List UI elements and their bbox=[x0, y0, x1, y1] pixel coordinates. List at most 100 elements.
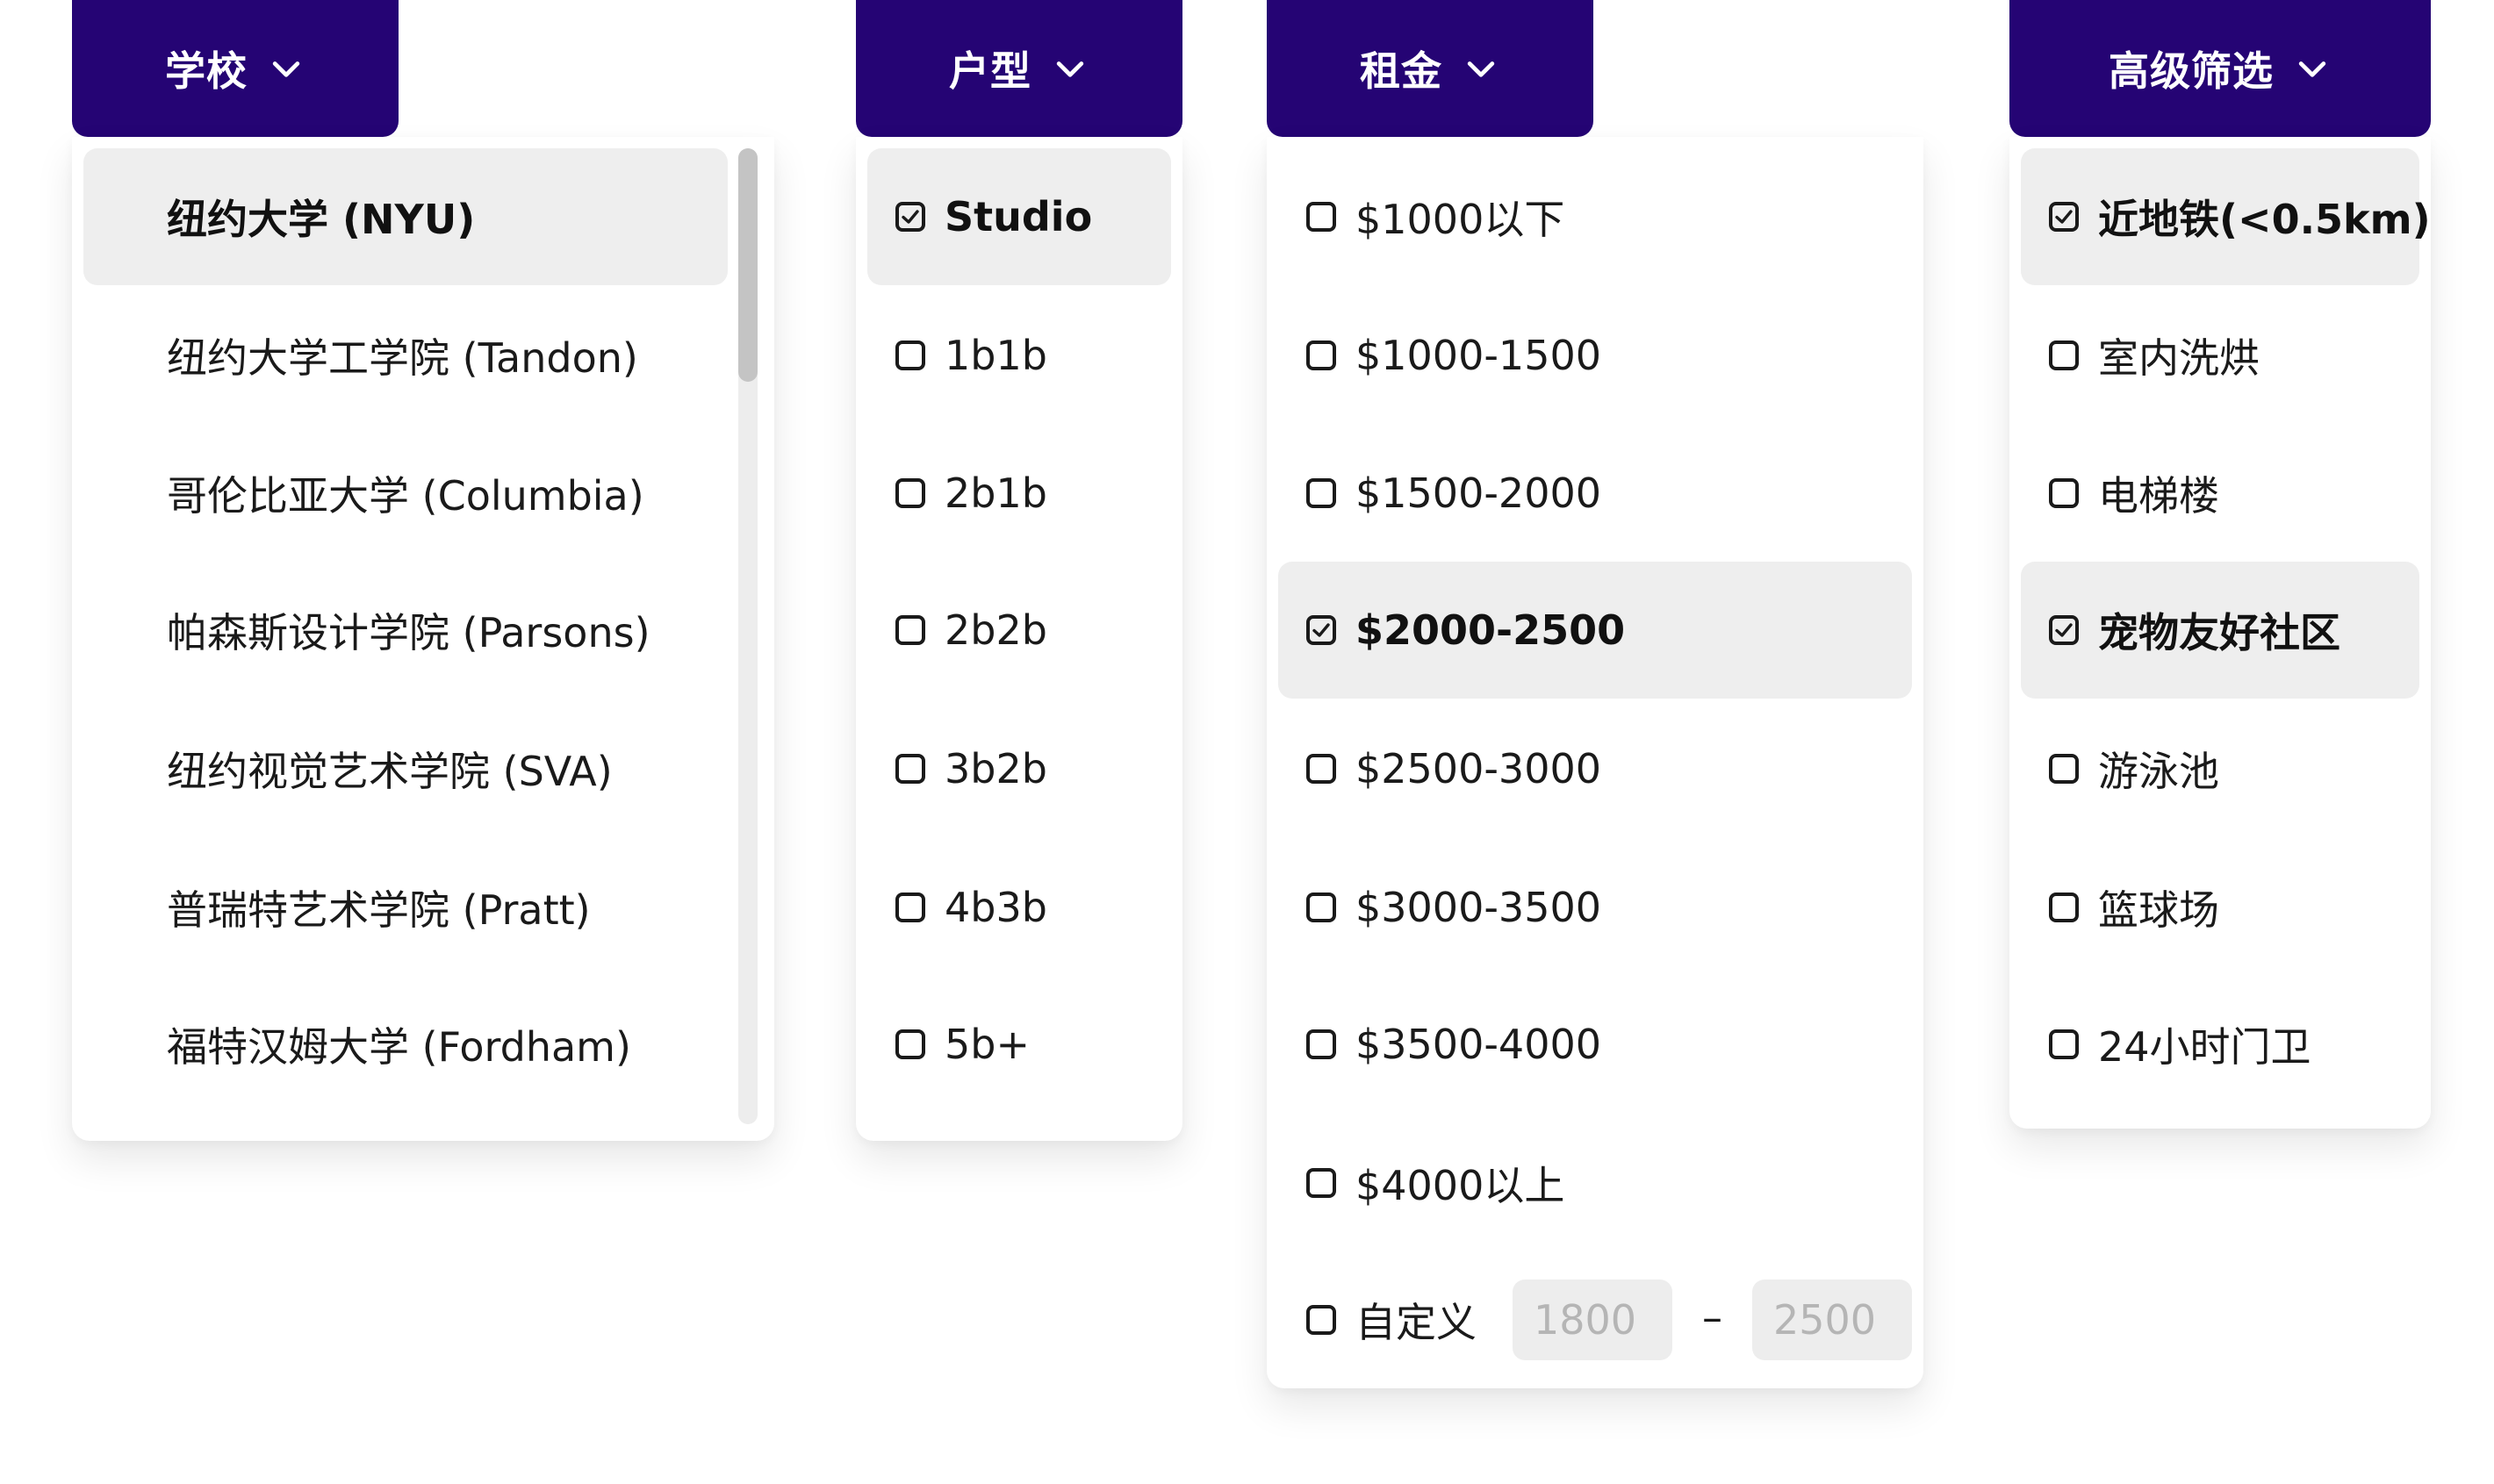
school-option-label: 普瑞特艺术学院 (Pratt) bbox=[167, 886, 591, 934]
unit-type-option[interactable]: 4b3b bbox=[867, 839, 1171, 976]
rent-option[interactable]: $4000以上 bbox=[1278, 1115, 1912, 1251]
checkbox-icon[interactable] bbox=[895, 615, 925, 645]
rent-option-label: $1000-1500 bbox=[1355, 332, 1601, 379]
unit-type-option-label: 2b2b bbox=[945, 606, 1047, 654]
checkbox-icon[interactable] bbox=[895, 478, 925, 508]
school-option-label: 福特汉姆大学 (Fordham) bbox=[167, 1023, 631, 1071]
unit-type-option[interactable]: Studio bbox=[867, 148, 1171, 285]
rent-option[interactable]: $3000-3500 bbox=[1278, 839, 1912, 976]
school-filter-button[interactable]: 学校 bbox=[72, 0, 399, 137]
unit-type-option[interactable]: 2b1b bbox=[867, 425, 1171, 562]
unit-type-option-label: 1b1b bbox=[945, 332, 1047, 379]
rent-min-input[interactable] bbox=[1513, 1280, 1672, 1360]
advanced-option-label: 近地铁(<0.5km) bbox=[2098, 196, 2431, 243]
rent-option[interactable]: $3500-4000 bbox=[1278, 976, 1912, 1113]
advanced-option-label: 宠物友好社区 bbox=[2098, 609, 2340, 656]
rent-option[interactable]: $1500-2000 bbox=[1278, 425, 1912, 562]
advanced-filter-button[interactable]: 高级筛选 bbox=[2009, 0, 2431, 137]
checkbox-icon[interactable] bbox=[1306, 754, 1336, 784]
school-option-label: 纽约视觉艺术学院 (SVA) bbox=[167, 748, 613, 795]
advanced-dropdown-panel: 近地铁(<0.5km) 室内洗烘 电梯楼 宠物友好社区 游泳池 篮球场 24小时… bbox=[2009, 137, 2431, 1129]
checkbox-icon[interactable] bbox=[2049, 615, 2079, 645]
chevron-down-icon bbox=[1467, 61, 1495, 77]
checkbox-icon[interactable] bbox=[895, 893, 925, 922]
rent-option[interactable]: $2500-3000 bbox=[1278, 700, 1912, 837]
school-dropdown-panel: 纽约大学 (NYU) 纽约大学工学院 (Tandon) 哥伦比亚大学 (Colu… bbox=[72, 137, 774, 1141]
checkbox-icon[interactable] bbox=[1306, 893, 1336, 922]
rent-option-label: $4000以上 bbox=[1355, 1162, 1565, 1209]
advanced-option[interactable]: 电梯楼 bbox=[2021, 425, 2419, 562]
advanced-option-label: 电梯楼 bbox=[2098, 472, 2219, 520]
unit-type-option-label: 3b2b bbox=[945, 745, 1047, 792]
rent-filter-button[interactable]: 租金 bbox=[1267, 0, 1593, 137]
unit-type-option[interactable]: 3b2b bbox=[867, 700, 1171, 837]
school-option[interactable]: 帕森斯设计学院 (Parsons) bbox=[83, 562, 728, 699]
rent-max-input[interactable] bbox=[1752, 1280, 1912, 1360]
checkbox-icon[interactable] bbox=[1306, 1168, 1336, 1198]
checkbox-icon[interactable] bbox=[1306, 341, 1336, 370]
rent-filter-label: 租金 bbox=[1360, 47, 1442, 95]
checkbox-icon[interactable] bbox=[1306, 202, 1336, 232]
chevron-down-icon bbox=[272, 61, 300, 77]
rent-dropdown-panel: $1000以下 $1000-1500 $1500-2000 $2000-2500… bbox=[1267, 137, 1923, 1388]
range-separator: – bbox=[1702, 1294, 1722, 1341]
unit-type-option-label: Studio bbox=[945, 193, 1093, 240]
school-filter-label: 学校 bbox=[165, 47, 248, 95]
checkbox-icon[interactable] bbox=[1306, 478, 1336, 508]
checkbox-icon[interactable] bbox=[2049, 341, 2079, 370]
advanced-option[interactable]: 游泳池 bbox=[2021, 700, 2419, 837]
school-option[interactable]: 普瑞特艺术学院 (Pratt) bbox=[83, 839, 728, 976]
rent-option-label: $1500-2000 bbox=[1355, 470, 1601, 517]
advanced-option[interactable]: 24小时门卫 bbox=[2021, 976, 2419, 1113]
unit-type-option[interactable]: 5b+ bbox=[867, 976, 1171, 1113]
advanced-option[interactable]: 近地铁(<0.5km) bbox=[2021, 148, 2431, 285]
rent-option[interactable]: $2000-2500 bbox=[1278, 562, 1912, 699]
school-option[interactable]: 哥伦比亚大学 (Columbia) bbox=[83, 425, 728, 562]
school-option[interactable]: 纽约视觉艺术学院 (SVA) bbox=[83, 700, 728, 837]
checkbox-icon[interactable] bbox=[1306, 615, 1336, 645]
rent-option-label: $2500-3000 bbox=[1355, 745, 1601, 792]
school-option[interactable]: 福特汉姆大学 (Fordham) bbox=[83, 976, 728, 1113]
school-option-label: 哥伦比亚大学 (Columbia) bbox=[167, 472, 644, 520]
checkbox-icon[interactable] bbox=[895, 202, 925, 232]
advanced-filter-label: 高级筛选 bbox=[2109, 47, 2274, 95]
advanced-option-label: 篮球场 bbox=[2098, 886, 2219, 934]
checkbox-icon[interactable] bbox=[2049, 478, 2079, 508]
school-option[interactable]: 纽约大学工学院 (Tandon) bbox=[83, 287, 728, 424]
advanced-option-label: 游泳池 bbox=[2098, 748, 2219, 795]
advanced-option[interactable]: 室内洗烘 bbox=[2021, 287, 2419, 424]
unit-type-option-label: 4b3b bbox=[945, 884, 1047, 931]
unit-type-filter-label: 户型 bbox=[949, 47, 1031, 95]
school-scrollbar-thumb[interactable] bbox=[738, 148, 758, 382]
checkbox-icon[interactable] bbox=[895, 341, 925, 370]
school-option[interactable]: 纽约大学 (NYU) bbox=[83, 148, 728, 285]
checkbox-icon[interactable] bbox=[2049, 202, 2079, 232]
filter-stage: 学校 纽约大学 (NYU) 纽约大学工学院 (Tandon) 哥伦比亚大学 (C… bbox=[0, 0, 2494, 1484]
school-scrollbar[interactable] bbox=[738, 148, 758, 1124]
checkbox-icon[interactable] bbox=[1306, 1029, 1336, 1059]
checkbox-icon[interactable] bbox=[2049, 754, 2079, 784]
chevron-down-icon bbox=[2298, 61, 2326, 77]
checkbox-icon[interactable] bbox=[1306, 1305, 1336, 1335]
advanced-option[interactable]: 宠物友好社区 bbox=[2021, 562, 2419, 699]
rent-option-label: $2000-2500 bbox=[1355, 606, 1626, 654]
advanced-option[interactable]: 篮球场 bbox=[2021, 839, 2419, 976]
advanced-option-label: 室内洗烘 bbox=[2098, 334, 2260, 382]
school-option-label: 纽约大学工学院 (Tandon) bbox=[167, 334, 638, 382]
unit-type-option[interactable]: 2b2b bbox=[867, 562, 1171, 699]
rent-custom-label: 自定义 bbox=[1355, 1299, 1477, 1346]
checkbox-icon[interactable] bbox=[895, 1029, 925, 1059]
unit-type-option-label: 2b1b bbox=[945, 470, 1047, 517]
chevron-down-icon bbox=[1056, 61, 1084, 77]
rent-option[interactable]: $1000以下 bbox=[1278, 148, 1912, 285]
checkbox-icon[interactable] bbox=[2049, 1029, 2079, 1059]
rent-option[interactable]: $1000-1500 bbox=[1278, 287, 1912, 424]
unit-type-option[interactable]: 1b1b bbox=[867, 287, 1171, 424]
rent-option-label: $3500-4000 bbox=[1355, 1021, 1601, 1068]
unit-type-option-label: 5b+ bbox=[945, 1021, 1031, 1068]
checkbox-icon[interactable] bbox=[2049, 893, 2079, 922]
checkbox-icon[interactable] bbox=[895, 754, 925, 784]
rent-option-label: $1000以下 bbox=[1355, 196, 1565, 243]
unit-type-filter-button[interactable]: 户型 bbox=[856, 0, 1182, 137]
school-option-label: 纽约大学 (NYU) bbox=[167, 196, 476, 243]
